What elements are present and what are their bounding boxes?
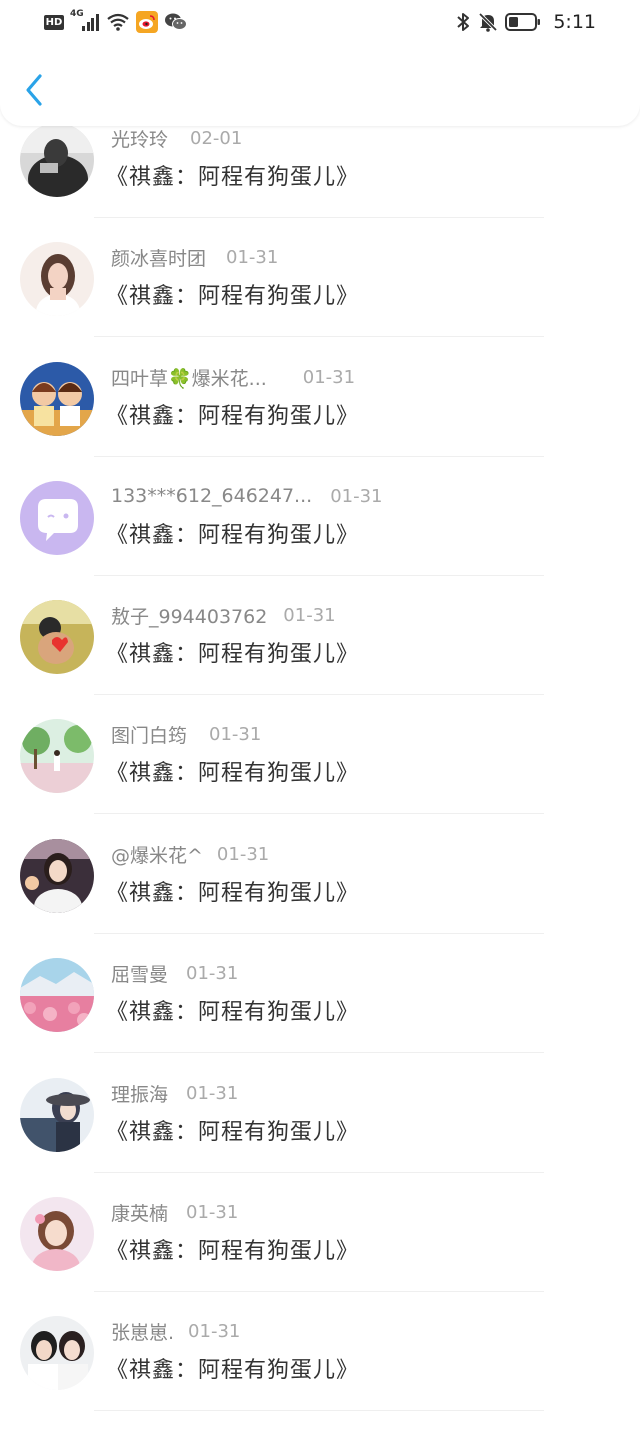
comment-text[interactable]: 《祺鑫：阿程有狗蛋儿》 [106,159,359,191]
mute-icon [479,12,498,32]
comment-text[interactable]: 《祺鑫：阿程有狗蛋儿》 [106,517,359,549]
4g-signal-icon: 4G [70,9,102,33]
wifi-icon [107,13,129,31]
avatar[interactable] [20,719,94,793]
divider [94,1052,544,1053]
status-bar: HD 4G 5:11 [0,0,640,44]
bluetooth-icon [457,13,470,31]
comment-text[interactable]: 《祺鑫：阿程有狗蛋儿》 [106,278,359,310]
avatar[interactable] [20,839,94,913]
list-item[interactable]: 张崽崽. 01-31 《祺鑫：阿程有狗蛋儿》 [0,1310,640,1430]
avatar[interactable] [20,123,94,197]
weibo-icon [136,11,158,33]
top-bar: HD 4G 5:11 [0,0,640,126]
avatar[interactable] [20,958,94,1032]
user-name[interactable]: 敖子_994403762 [111,602,267,629]
user-name[interactable]: 颜冰喜时团 [111,244,206,271]
comment-date: 01-31 [330,485,383,507]
avatar[interactable] [20,1316,94,1390]
clock: 5:11 [553,11,596,33]
chevron-left-icon [26,74,42,106]
comment-text[interactable]: 《祺鑫：阿程有狗蛋儿》 [106,994,359,1026]
comment-text[interactable]: 《祺鑫：阿程有狗蛋儿》 [106,755,359,787]
wechat-icon [165,13,187,30]
comment-date: 01-31 [283,604,336,626]
comment-date: 01-31 [186,962,239,984]
list-item[interactable]: 图门白筠 01-31 《祺鑫：阿程有狗蛋儿》 [0,713,640,833]
avatar[interactable] [20,1197,94,1271]
divider [94,1291,544,1292]
user-name[interactable]: 理振海 [111,1080,168,1107]
comment-text[interactable]: 《祺鑫：阿程有狗蛋儿》 [106,1114,359,1146]
avatar[interactable] [20,1078,94,1152]
comment-text[interactable]: 《祺鑫：阿程有狗蛋儿》 [106,1233,359,1265]
divider [94,217,544,218]
list-item[interactable]: 133***612_646247... 01-31 《祺鑫：阿程有狗蛋儿》 [0,475,640,595]
avatar[interactable] [20,481,94,555]
user-name[interactable]: 133***612_646247... [111,485,312,507]
list-item[interactable]: 光玲玲 02-01 《祺鑫：阿程有狗蛋儿》 [0,117,640,237]
user-name[interactable]: 张崽崽. [111,1318,174,1345]
hd-icon: HD [44,14,64,30]
comment-text[interactable]: 《祺鑫：阿程有狗蛋儿》 [106,1352,359,1384]
user-name[interactable]: 四叶草🍀爆米花... [111,364,267,391]
list-item[interactable]: 敖子_994403762 01-31 《祺鑫：阿程有狗蛋儿》 [0,594,640,714]
comment-text[interactable]: 《祺鑫：阿程有狗蛋儿》 [106,636,359,668]
divider [94,456,544,457]
list-item[interactable]: 康英楠 01-31 《祺鑫：阿程有狗蛋儿》 [0,1191,640,1311]
avatar[interactable] [20,600,94,674]
user-name[interactable]: 康英楠 [111,1199,168,1226]
back-button[interactable] [18,70,50,110]
list-item[interactable]: 理振海 01-31 《祺鑫：阿程有狗蛋儿》 [0,1072,640,1192]
divider [94,694,544,695]
divider [94,336,544,337]
divider [94,575,544,576]
comment-date: 01-31 [226,246,279,268]
divider [94,813,544,814]
comment-date: 01-31 [188,1320,241,1342]
comment-date: 01-31 [186,1082,239,1104]
comment-date: 01-31 [302,366,356,388]
comment-date: 01-31 [186,1201,239,1223]
user-name[interactable]: @爆米花^ [111,841,203,868]
comment-date: 01-31 [216,843,270,865]
user-name[interactable]: 光玲玲 [111,125,168,152]
avatar[interactable] [20,242,94,316]
list-item[interactable]: 颜冰喜时团 01-31 《祺鑫：阿程有狗蛋儿》 [0,236,640,356]
list-item[interactable]: 屈雪曼 01-31 《祺鑫：阿程有狗蛋儿》 [0,952,640,1072]
divider [94,1410,544,1411]
battery-icon [505,13,541,31]
comment-date: 01-31 [209,723,262,745]
avatar[interactable] [20,362,94,436]
comment-text[interactable]: 《祺鑫：阿程有狗蛋儿》 [106,398,359,430]
list-item[interactable]: 四叶草🍀爆米花... 01-31 《祺鑫：阿程有狗蛋儿》 [0,356,640,476]
user-name[interactable]: 图门白筠 [111,721,187,748]
divider [94,933,544,934]
list-item[interactable]: @爆米花^ 01-31 《祺鑫：阿程有狗蛋儿》 [0,833,640,953]
divider [94,1172,544,1173]
comment-date: 02-01 [190,127,243,149]
comment-text[interactable]: 《祺鑫：阿程有狗蛋儿》 [106,875,359,907]
user-name[interactable]: 屈雪曼 [111,960,168,987]
